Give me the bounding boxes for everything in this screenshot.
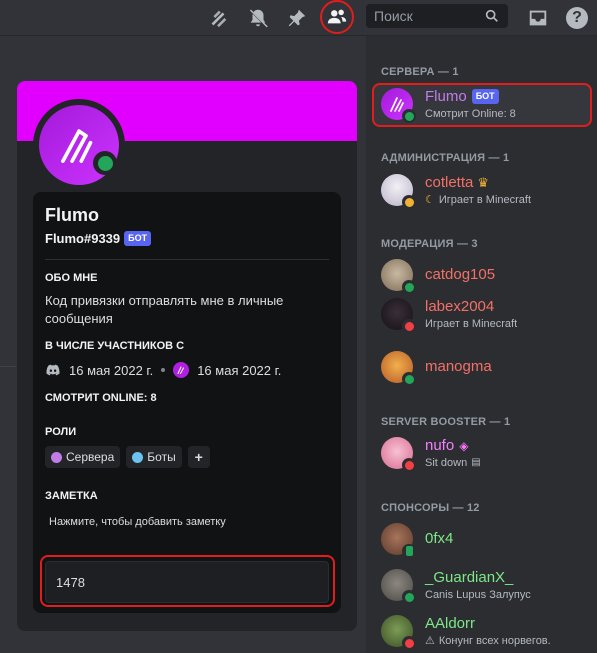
search-input[interactable]: Поиск — [366, 4, 508, 28]
group-header: Администрация — 1 — [381, 152, 510, 164]
avatar — [381, 437, 416, 472]
profile-name: Flumo — [45, 205, 99, 225]
moon-icon: ☾ — [425, 193, 435, 206]
group-header: Сервера — 1 — [381, 66, 459, 78]
member-name: 0fx4 — [425, 530, 454, 547]
help-icon[interactable]: ? — [563, 4, 591, 32]
member-name: catdog105 — [425, 266, 496, 283]
bot-badge: БОТ — [124, 231, 152, 246]
member-name: manogma — [425, 358, 492, 375]
member-name: labex2004 — [425, 297, 495, 315]
booster-icon: ◈ — [459, 438, 469, 453]
member-name: nufo — [425, 436, 455, 454]
discord-since-date: 16 мая 2022 г. — [69, 362, 154, 378]
avatar — [381, 569, 416, 604]
member-since-header: В числе участников с — [45, 340, 185, 352]
channel-toolbar: Поиск ? — [0, 0, 597, 36]
role-bots[interactable]: Боты — [126, 446, 182, 468]
role-color-dot — [51, 451, 62, 463]
note-input[interactable]: Нажмите, чтобы добавить заметку — [45, 516, 329, 528]
member-0fx4[interactable]: 0fx4 — [374, 518, 590, 560]
roles-header: Роли — [45, 426, 77, 438]
about-header: Обо мне — [45, 272, 98, 284]
warning-icon: ⚠ — [425, 634, 435, 647]
note-icon: ▤ — [471, 456, 481, 468]
discord-icon — [46, 364, 60, 376]
search-icon — [485, 9, 498, 22]
about-text: Код привязки отправлять мне в личные соо… — [45, 293, 284, 326]
roles-list: Сервера Боты + — [45, 446, 329, 468]
group-header: Спонсоры — 12 — [381, 502, 480, 514]
member-name: cotletta — [425, 173, 474, 191]
pin-icon[interactable] — [283, 4, 311, 32]
member-manogma[interactable]: manogma — [374, 346, 590, 388]
avatar — [381, 351, 416, 386]
member-nufo[interactable]: nufo ◈ Sit down ▤ — [374, 432, 590, 474]
role-color-dot — [132, 451, 144, 463]
member-aaldorr[interactable]: AAldorr ⚠ Конунг всех норвегов. — [374, 610, 590, 652]
separator-dot — [161, 368, 166, 372]
group-header: Server Booster — 1 — [381, 416, 511, 428]
online-status-icon — [93, 151, 117, 175]
avatar — [381, 615, 416, 650]
member-status: Sit down — [425, 456, 468, 469]
note-header: Заметка — [45, 490, 98, 502]
member-labex2004[interactable]: labex2004 Играет в Minecraft — [374, 293, 590, 335]
server-icon — [173, 362, 190, 378]
add-role-button[interactable]: + — [187, 446, 210, 468]
divider — [45, 259, 329, 260]
avatar — [381, 259, 416, 294]
member-guardianx[interactable]: _GuardianX_ Canis Lupus Залупус — [374, 564, 590, 606]
highlight-outline — [372, 83, 592, 127]
profile-avatar[interactable] — [33, 99, 125, 191]
highlight-outline — [40, 555, 335, 607]
role-servers[interactable]: Сервера — [45, 446, 121, 468]
member-catdog105[interactable]: catdog105 — [374, 254, 590, 296]
divider — [0, 366, 16, 367]
threads-icon[interactable] — [204, 4, 232, 32]
mute-bell-icon[interactable] — [244, 4, 272, 32]
avatar — [381, 174, 416, 209]
member-name: _GuardianX_ — [425, 568, 514, 586]
member-status: Конунг всех норвегов. — [438, 634, 551, 647]
profile-card: Flumo Flumo#9339 БОТ Обо мне Код привязк… — [33, 192, 341, 613]
group-header: Модерация — 3 — [381, 238, 478, 250]
member-list: Сервера — 1 Flumo БОТ Смотрит Online: 8 … — [366, 36, 597, 653]
member-cotletta[interactable]: cotletta ♛ ☾ Играет в Minecraft — [374, 169, 590, 211]
member-status: Canis Lupus Залупус — [425, 588, 531, 601]
crown-icon: ♛ — [477, 174, 490, 190]
member-name: AAldorr — [425, 614, 476, 632]
activity-header: Смотрит Online: 8 — [45, 392, 157, 404]
avatar — [381, 298, 416, 333]
profile-tag: Flumo#9339 — [45, 231, 121, 246]
members-icon[interactable] — [320, 0, 354, 34]
server-since-date: 16 мая 2022 г. — [197, 362, 282, 378]
avatar — [381, 523, 416, 558]
search-placeholder: Поиск — [374, 8, 413, 24]
inbox-icon[interactable] — [524, 4, 552, 32]
profile-popout: Flumo Flumo#9339 БОТ Обо мне Код привязк… — [17, 81, 357, 631]
member-status: Играет в Minecraft — [438, 193, 532, 206]
member-status: Играет в Minecraft — [425, 317, 518, 330]
